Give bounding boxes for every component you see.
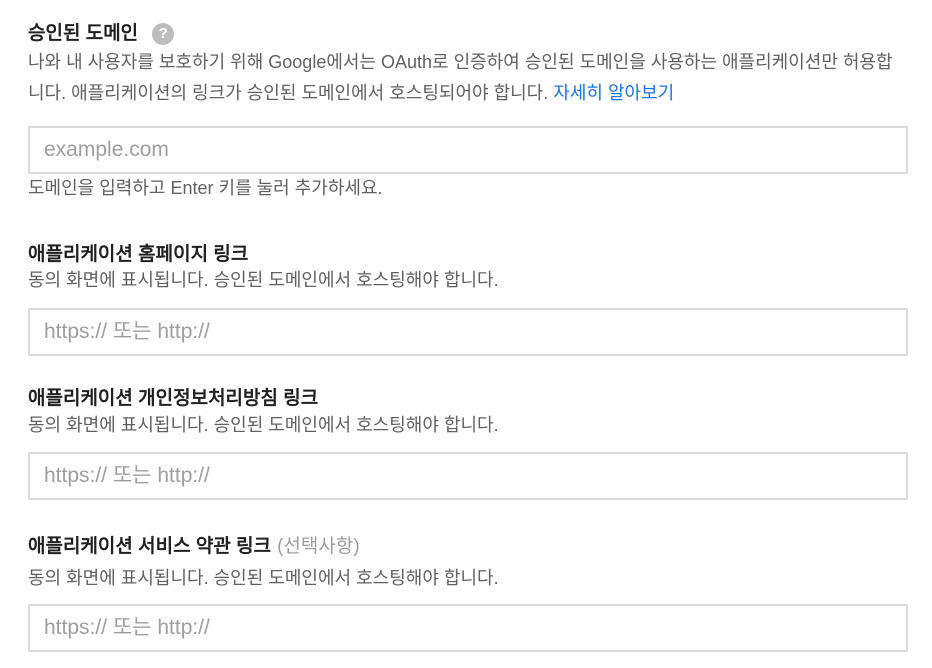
learn-more-link[interactable]: 자세히 알아보기 [553, 83, 674, 103]
homepage-link-title-text: 애플리케이션 홈페이지 링크 [28, 244, 249, 265]
terms-of-service-link-description: 동의 화면에 표시됩니다. 승인된 도메인에서 호스팅해야 합니다. [28, 568, 499, 588]
privacy-policy-link-title-text: 애플리케이션 개인정보처리방침 링크 [28, 388, 319, 409]
homepage-link-description: 동의 화면에 표시됩니다. 승인된 도메인에서 호스팅해야 합니다. [28, 270, 499, 290]
homepage-link-input[interactable] [28, 308, 908, 356]
privacy-policy-link-input[interactable] [28, 452, 908, 500]
authorized-domain-input[interactable] [28, 126, 908, 174]
authorized-domain-input-hint: 도메인을 입력하고 Enter 키를 눌러 추가하세요. [28, 178, 383, 198]
authorized-domains-title-text: 승인된 도메인 [28, 23, 139, 44]
authorized-domains-description: 나와 내 사용자를 보호하기 위해 Google에서는 OAuth로 인증하여 … [28, 47, 908, 109]
terms-of-service-link-title: 애플리케이션 서비스 약관 링크 (선택사항) [28, 535, 360, 559]
optional-label: (선택사항) [277, 536, 360, 557]
authorized-domains-title: 승인된 도메인 ? [28, 22, 175, 46]
privacy-policy-link-title: 애플리케이션 개인정보처리방침 링크 [28, 387, 318, 411]
homepage-link-title: 애플리케이션 홈페이지 링크 [28, 243, 248, 267]
authorized-domains-description-text: 나와 내 사용자를 보호하기 위해 Google에서는 OAuth로 인증하여 … [28, 52, 893, 103]
terms-of-service-link-title-text: 애플리케이션 서비스 약관 링크 [28, 536, 272, 557]
privacy-policy-link-description: 동의 화면에 표시됩니다. 승인된 도메인에서 호스팅해야 합니다. [28, 415, 499, 435]
oauth-consent-settings: 승인된 도메인 ? 나와 내 사용자를 보호하기 위해 Google에서는 OA… [0, 0, 932, 668]
help-icon[interactable]: ? [152, 23, 175, 45]
terms-of-service-link-input[interactable] [28, 604, 908, 652]
